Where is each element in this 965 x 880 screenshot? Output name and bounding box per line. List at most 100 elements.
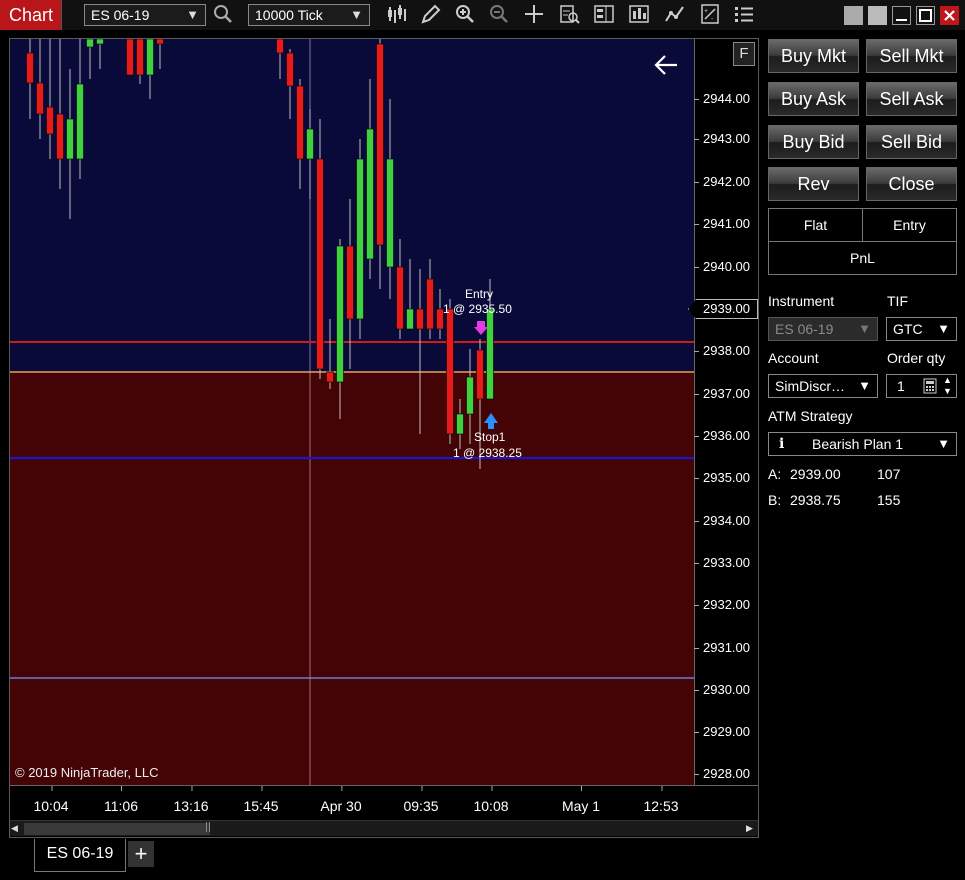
price-tick-label: 2933.00	[694, 555, 750, 570]
minimize-button[interactable]	[892, 6, 911, 25]
data-box-icon[interactable]	[557, 3, 581, 27]
scroll-left-icon[interactable]: ◀	[11, 822, 21, 835]
maximize-button[interactable]	[916, 6, 935, 25]
buy-bid-button[interactable]: Buy Bid	[768, 125, 859, 159]
indicators-icon[interactable]	[663, 3, 687, 27]
copyright-text: © 2019 NinjaTrader, LLC	[15, 765, 159, 780]
close-window-button[interactable]	[940, 6, 959, 25]
position-entry: Entry	[863, 209, 956, 242]
down-candle	[446, 308, 454, 435]
zoom-in-icon[interactable]	[453, 3, 477, 27]
buy-market-button[interactable]: Buy Mkt	[768, 39, 859, 73]
up-candle	[86, 39, 94, 48]
time-tick-label: 15:45	[243, 786, 279, 814]
up-candle	[76, 83, 84, 160]
price-tick-label: 2932.00	[694, 597, 750, 612]
ask-price: 2939.00	[790, 466, 841, 482]
instrument-field-value: ES 06-19	[775, 321, 834, 337]
account-select[interactable]: SimDiscr… ▼	[768, 374, 878, 398]
scroll-thumb[interactable]	[24, 822, 210, 835]
up-candle	[486, 308, 494, 400]
sell-market-button[interactable]: Sell Mkt	[866, 39, 957, 73]
up-candle	[466, 376, 474, 415]
instrument-selector[interactable]: ES 06-19 ▼	[84, 4, 206, 26]
down-candle	[126, 39, 134, 76]
instrument-link-button[interactable]	[868, 6, 887, 25]
up-candle	[336, 245, 344, 383]
decrement-icon[interactable]: ▼	[943, 386, 952, 396]
down-candle	[346, 245, 354, 320]
arrow-left-icon[interactable]	[652, 52, 680, 78]
price-tick-label: 2936.00	[694, 428, 750, 443]
price-tick-label: 2943.00	[694, 131, 750, 146]
bar-type-icon[interactable]	[385, 3, 409, 27]
price-axis[interactable]: 2944.00 2943.00 2942.00 2941.00 2940.00 2938.…	[694, 39, 758, 785]
scroll-right-icon[interactable]: ▶	[746, 822, 756, 835]
price-plot[interactable]	[10, 39, 694, 785]
chart-trader-icon[interactable]	[592, 3, 616, 27]
sell-bid-button[interactable]: Sell Bid	[866, 125, 957, 159]
info-icon[interactable]: i	[779, 433, 784, 455]
position-flat: Flat	[769, 209, 863, 242]
tab-es-06-19[interactable]: ES 06-19	[34, 839, 126, 872]
up-candle	[146, 39, 154, 76]
stop-order-detail: 1 @ 2938.25	[453, 446, 522, 460]
down-candle	[426, 278, 434, 330]
time-tick-label: 12:53	[643, 786, 679, 814]
time-tick-label: 13:16	[173, 786, 209, 814]
search-icon[interactable]	[211, 3, 235, 27]
window-title: Chart	[0, 0, 62, 30]
buy-ask-button[interactable]: Buy Ask	[768, 82, 859, 116]
drawing-tool-icon[interactable]	[419, 3, 443, 27]
down-candle	[416, 308, 424, 330]
position-display: Flat Entry PnL	[768, 208, 957, 275]
tif-select[interactable]: GTC ▼	[886, 317, 957, 341]
bid-size: 155	[877, 492, 901, 508]
link-color-button[interactable]	[844, 6, 863, 25]
stop-order-label: Stop1	[474, 430, 506, 444]
down-candle	[136, 39, 144, 76]
up-candle	[386, 158, 394, 268]
sell-ask-button[interactable]: Sell Ask	[866, 82, 957, 116]
instrument-selector-value: ES 06-19	[91, 7, 150, 23]
time-axis[interactable]: 10:04 11:06 13:16 15:45 Apr 30 09:35 10:08 May …	[10, 785, 758, 819]
order-qty-stepper[interactable]: 1 ▲ ▼	[886, 374, 957, 398]
chevron-down-icon: ▼	[858, 378, 871, 393]
price-tick-label: 2935.00	[694, 470, 750, 485]
up-candle	[366, 128, 374, 260]
up-candle	[96, 39, 104, 45]
calculator-icon[interactable]	[923, 378, 937, 394]
interval-selector[interactable]: 10000 Tick ▼	[248, 4, 370, 26]
price-tick-label: 2944.00	[694, 91, 750, 106]
price-tick-label: 2930.00	[694, 682, 750, 697]
svg-text:+: +	[704, 8, 708, 15]
horizontal-scrollbar[interactable]: ◀ ▶	[10, 820, 758, 836]
templates-icon[interactable]	[627, 3, 651, 27]
ask-label: A:	[768, 466, 782, 482]
tif-label: TIF	[887, 293, 908, 309]
time-tick-label: Apr 30	[320, 786, 362, 814]
position-pnl: PnL	[850, 250, 875, 266]
reverse-button[interactable]: Rev	[768, 167, 859, 201]
instrument-field[interactable]: ES 06-19 ▼	[768, 317, 878, 341]
down-candle	[476, 349, 484, 400]
account-select-value: SimDiscr…	[775, 378, 845, 394]
price-tick-label: 2942.00	[694, 174, 750, 189]
increment-icon[interactable]: ▲	[943, 375, 952, 385]
time-tick-label: 09:35	[403, 786, 439, 814]
zoom-out-icon[interactable]	[487, 3, 511, 27]
f-button[interactable]: F	[733, 42, 755, 66]
order-qty-value: 1	[897, 378, 905, 394]
properties-list-icon[interactable]	[732, 3, 756, 27]
crosshair-icon[interactable]	[522, 3, 546, 27]
entry-order-detail: 1 @ 2935.50	[443, 302, 512, 316]
order-qty-label: Order qty	[887, 350, 946, 366]
atm-strategy-select[interactable]: i Bearish Plan 1 ▼	[768, 432, 957, 456]
down-candle	[326, 371, 334, 383]
add-tab-button[interactable]: +	[128, 841, 154, 867]
close-position-button[interactable]: Close	[866, 167, 957, 201]
tif-select-value: GTC	[893, 321, 923, 337]
down-candle	[56, 113, 64, 160]
svg-text:-: -	[711, 16, 714, 23]
strategies-icon[interactable]: + -	[698, 3, 722, 27]
